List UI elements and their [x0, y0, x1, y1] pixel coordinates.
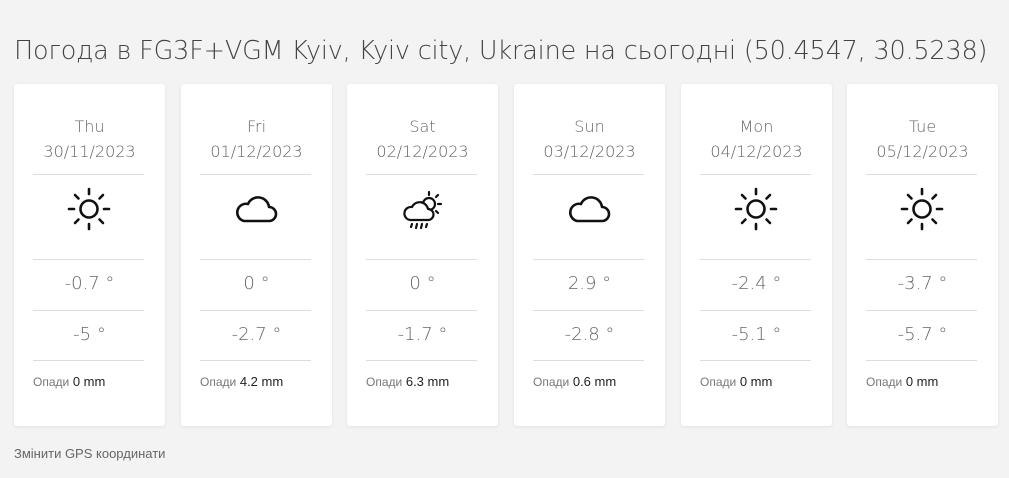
day-name: Mon [739, 117, 774, 136]
precip-value: 0 mm [905, 374, 939, 389]
forecast-card: Sat 02/12/2023 0 ° -1.7 ° Опади 6.3 mm [347, 84, 498, 426]
page-title: Погода в FG3F+VGM Kyiv, Kyiv city, Ukrai… [14, 36, 988, 66]
temp-max: -2.4 ° [731, 273, 782, 294]
divider [700, 310, 811, 311]
precipitation: Опади 0 mm [866, 374, 938, 389]
precip-label: Опади [700, 375, 737, 389]
divider [200, 174, 311, 175]
sun-icon [67, 187, 111, 231]
day-name: Fri [246, 117, 267, 136]
divider [200, 360, 311, 361]
temp-min: -5.1 ° [731, 324, 782, 345]
forecast-card: Mon 04/12/2023 -2.4 ° -5.1 ° Опади 0 mm [681, 84, 832, 426]
precip-value: 0 mm [72, 374, 106, 389]
precip-label: Опади [366, 375, 403, 389]
precip-label: Опади [200, 375, 237, 389]
divider [33, 259, 144, 260]
temp-min: -5 ° [73, 324, 106, 345]
divider [533, 310, 644, 311]
sun-icon [734, 187, 778, 231]
divider [366, 310, 477, 311]
day-date: 02/12/2023 [376, 142, 469, 161]
day-name: Sun [574, 117, 605, 136]
precipitation: Опади 6.3 mm [366, 374, 449, 389]
cloud-icon [235, 196, 278, 223]
divider [700, 174, 811, 175]
divider [366, 360, 477, 361]
divider [866, 174, 977, 175]
divider [533, 174, 644, 175]
day-date: 01/12/2023 [210, 142, 303, 161]
forecast-card: Tue 05/12/2023 -3.7 ° -5.7 ° Опади 0 mm [847, 84, 998, 426]
precip-label: Опади [33, 375, 70, 389]
divider [866, 310, 977, 311]
forecast-card: Fri 01/12/2023 0 ° -2.7 ° Опади 4.2 mm [181, 84, 332, 426]
forecast-card: Thu 30/11/2023 -0.7 ° -5 ° Опади 0 mm [14, 84, 165, 426]
temp-max: 2.9 ° [567, 273, 612, 294]
divider [533, 360, 644, 361]
precipitation: Опади 0 mm [700, 374, 772, 389]
temp-min: -1.7 ° [397, 324, 448, 345]
precipitation: Опади 0 mm [33, 374, 105, 389]
temp-min: -5.7 ° [897, 324, 948, 345]
temp-max: -0.7 ° [64, 273, 115, 294]
change-gps-link[interactable]: Змінити GPS координати [14, 446, 165, 461]
precip-value: 6.3 mm [405, 374, 450, 389]
sun-icon [900, 187, 944, 231]
temp-min: -2.7 ° [231, 324, 282, 345]
day-date: 05/12/2023 [876, 142, 969, 161]
divider [33, 360, 144, 361]
divider [700, 360, 811, 361]
divider [700, 259, 811, 260]
divider [33, 174, 144, 175]
divider [866, 360, 977, 361]
divider [200, 310, 311, 311]
day-name: Thu [74, 117, 105, 136]
day-name: Tue [908, 117, 937, 136]
temp-max: 0 ° [243, 273, 270, 294]
precip-label: Опади [866, 375, 903, 389]
day-date: 04/12/2023 [710, 142, 803, 161]
divider [33, 310, 144, 311]
precipitation: Опади 0.6 mm [533, 374, 616, 389]
temp-min: -2.8 ° [564, 324, 615, 345]
divider [866, 259, 977, 260]
precip-value: 0.6 mm [572, 374, 617, 389]
precip-label: Опади [533, 375, 570, 389]
divider [533, 259, 644, 260]
day-name: Sat [409, 117, 436, 136]
rain-cloud-sun-icon [403, 190, 443, 230]
precipitation: Опади 4.2 mm [200, 374, 283, 389]
day-date: 30/11/2023 [43, 142, 136, 161]
precip-value: 4.2 mm [239, 374, 284, 389]
forecast-card: Sun 03/12/2023 2.9 ° -2.8 ° Опади 0.6 mm [514, 84, 665, 426]
cloud-icon [568, 196, 611, 223]
precip-value: 0 mm [739, 374, 773, 389]
divider [366, 174, 477, 175]
temp-max: -3.7 ° [897, 273, 948, 294]
divider [366, 259, 477, 260]
day-date: 03/12/2023 [543, 142, 636, 161]
temp-max: 0 ° [409, 273, 436, 294]
divider [200, 259, 311, 260]
